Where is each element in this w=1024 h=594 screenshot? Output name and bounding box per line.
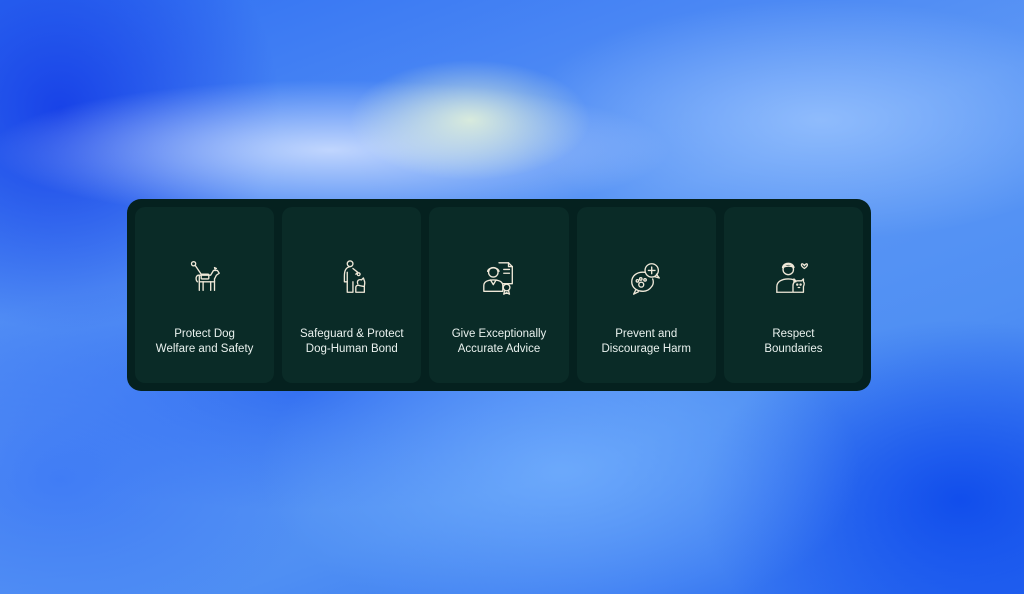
card-label: Safeguard & Protect Dog-Human Bond <box>300 327 404 357</box>
card-accurate-advice[interactable]: Give Exceptionally Accurate Advice <box>429 207 569 383</box>
card-label: Protect Dog Welfare and Safety <box>156 327 254 357</box>
card-label-line2: Accurate Advice <box>457 343 541 355</box>
card-label-line2: Dog-Human Bond <box>305 343 398 355</box>
card-prevent-harm[interactable]: Prevent and Discourage Harm <box>576 207 716 383</box>
card-safeguard-bond[interactable]: Safeguard & Protect Dog-Human Bond <box>282 207 422 383</box>
paw-medical-chat-icon <box>627 259 665 297</box>
owner-with-dog-heart-icon <box>774 259 812 297</box>
card-label-line2: Welfare and Safety <box>155 343 254 355</box>
card-label-line2: Discourage Harm <box>601 343 691 355</box>
card-protect-dog-welfare[interactable]: Protect Dog Welfare and Safety <box>135 207 275 383</box>
card-label: Prevent and Discourage Harm <box>601 327 690 357</box>
card-label: Give Exceptionally Accurate Advice <box>452 327 547 357</box>
card-label-line1: Safeguard & Protect <box>300 328 404 340</box>
guide-dog-icon <box>186 259 224 297</box>
principles-panel: Protect Dog Welfare and Safety Safeguard… <box>127 199 871 391</box>
card-label-line1: Give Exceptionally <box>451 328 547 340</box>
card-label-line1: Respect <box>772 328 815 340</box>
person-with-dog-icon <box>333 259 371 297</box>
card-label-line2: Boundaries <box>764 343 823 355</box>
expert-certificate-icon <box>480 259 518 297</box>
card-label-line1: Prevent and <box>615 328 678 340</box>
card-respect-boundaries[interactable]: Respect Boundaries <box>723 207 864 383</box>
card-label-line1: Protect Dog <box>174 328 235 340</box>
card-label: Respect Boundaries <box>764 327 822 357</box>
